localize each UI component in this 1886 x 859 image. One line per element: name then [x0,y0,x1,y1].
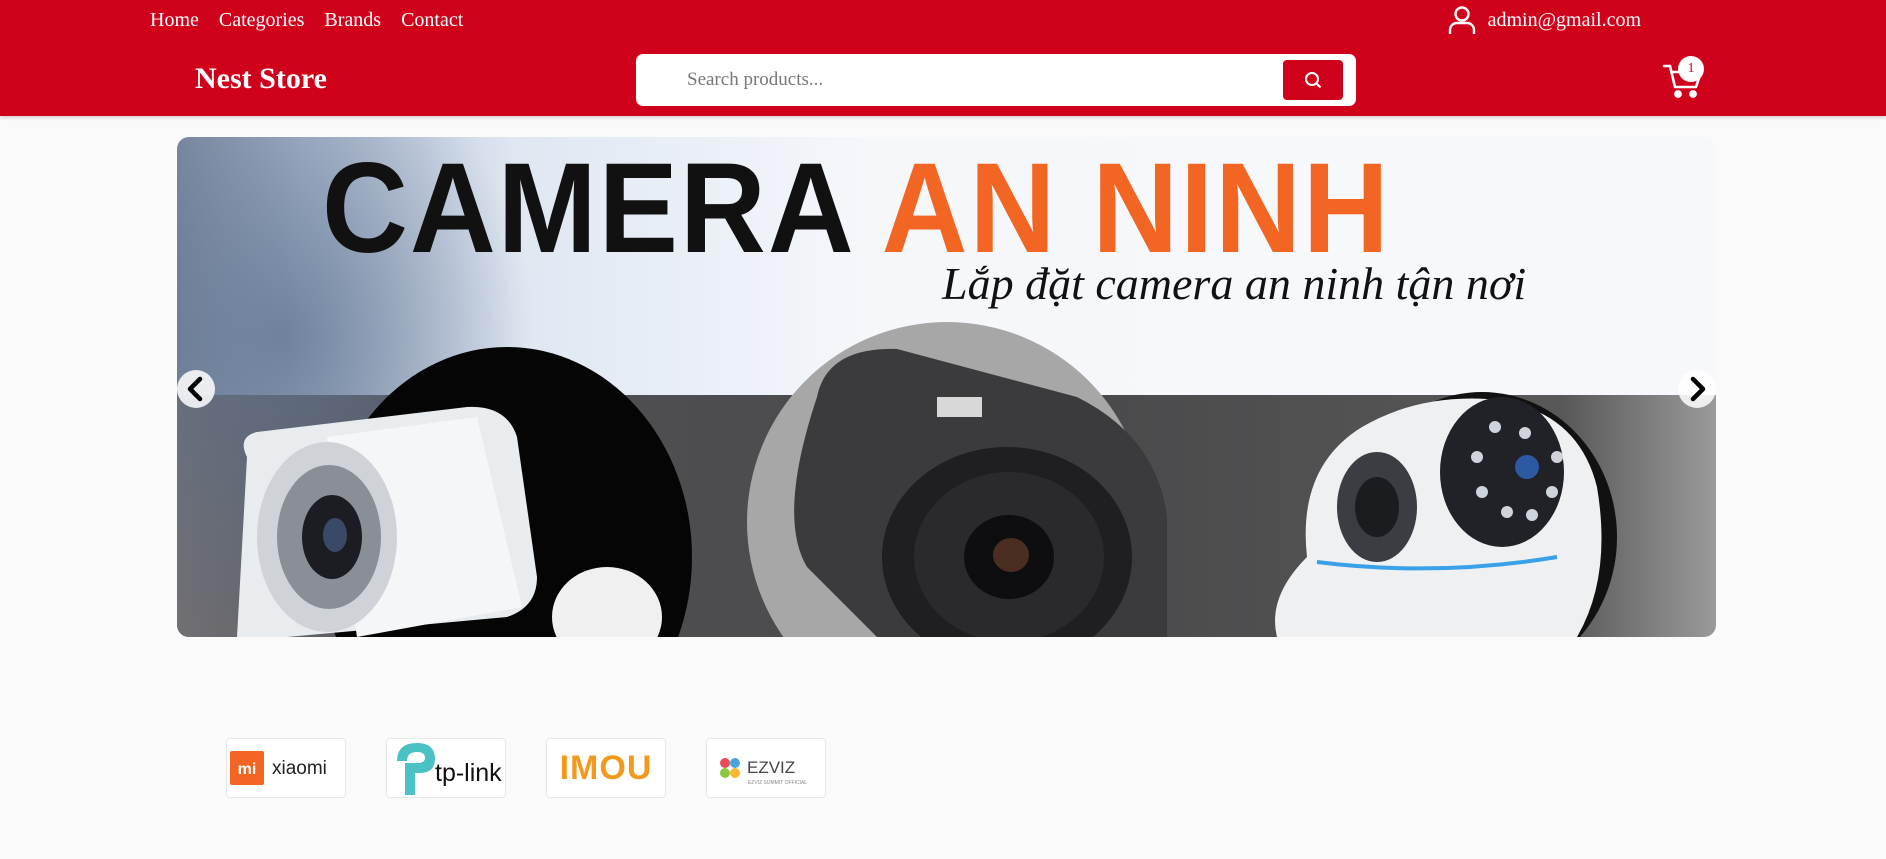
search-input[interactable] [687,63,1287,97]
svg-text:EZVIZ: EZVIZ [747,758,795,777]
store-logo[interactable]: Nest Store [195,61,327,97]
brand-xiaomi[interactable]: mi xiaomi [226,738,346,798]
chevron-right-icon [1690,376,1706,402]
nav-contact-link[interactable]: Contact [401,8,463,32]
svg-text:EZVIZ SUMMIT OFFICIAL: EZVIZ SUMMIT OFFICIAL [748,780,807,786]
carousel-next-button[interactable] [1678,370,1716,408]
brand-list: mi xiaomi tp-link IMOU EZVIZ EZVIZ SUMMI… [226,738,826,798]
chevron-left-icon [187,376,203,402]
search-bar [636,54,1356,106]
svg-text:tp-link: tp-link [435,759,502,787]
xiaomi-logo: mi xiaomi [230,751,327,785]
brand-imou[interactable]: IMOU [546,738,666,798]
search-button[interactable] [1283,60,1343,100]
svg-text:xiaomi: xiaomi [272,758,327,779]
nav-categories-link[interactable]: Categories [219,8,305,32]
ezviz-logo: EZVIZ EZVIZ SUMMIT OFFICIAL [720,758,807,786]
site-header: Home Categories Brands Contact admin@gma… [0,0,1886,116]
hero-banner: CAMERA AN NINH Lắp đặt camera an ninh tậ… [177,137,1716,637]
svg-text:IMOU: IMOU [560,749,653,787]
user-icon [1448,6,1475,34]
search-icon [1305,72,1322,89]
brand-ezviz[interactable]: EZVIZ EZVIZ SUMMIT OFFICIAL [706,738,826,798]
banner-subtitle: Lắp đặt camera an ninh tận nơi [942,258,1527,309]
account-email: admin@gmail.com [1487,8,1641,31]
tp-link-logo: tp-link [397,743,502,795]
top-nav: Home Categories Brands Contact [150,8,463,32]
nav-brands-link[interactable]: Brands [324,8,381,32]
brand-tp-link[interactable]: tp-link [386,738,506,798]
carousel-prev-button[interactable] [177,370,215,408]
imou-logo: IMOU [560,749,653,787]
cart-count-badge: 1 [1678,56,1704,82]
account-menu[interactable]: admin@gmail.com [1448,5,1641,35]
svg-text:mi: mi [238,761,257,778]
nav-home-link[interactable]: Home [150,8,199,32]
